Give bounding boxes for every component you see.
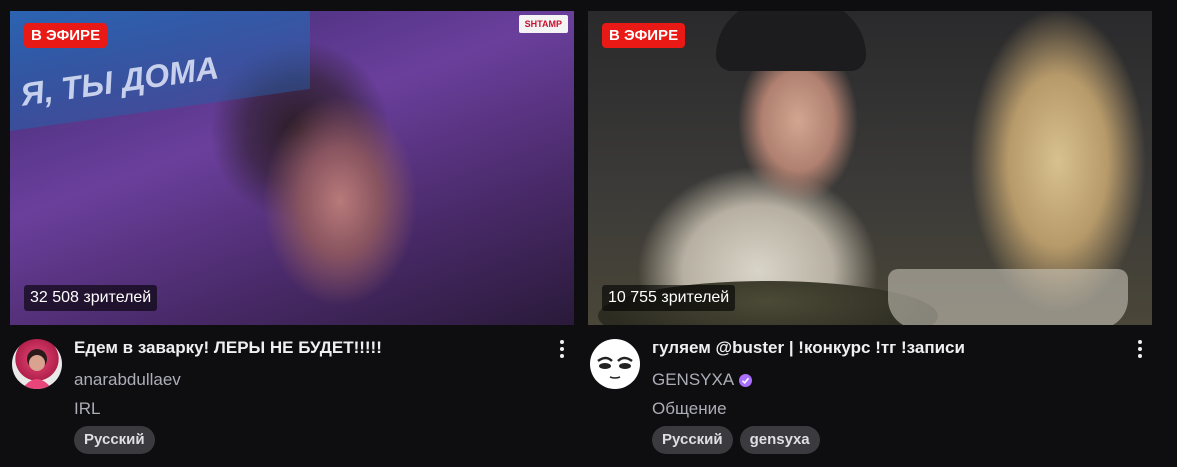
thumbnail-logo: SHTAMP <box>518 15 568 33</box>
more-options-icon[interactable] <box>1128 335 1152 363</box>
stream-meta: Едем в заварку! ЛЕРЫ НЕ БУДЕТ!!!!! anara… <box>10 325 574 455</box>
viewer-count: 32 508 зрителей <box>24 285 158 311</box>
thumbnail-cap <box>716 11 866 71</box>
viewer-count: 10 755 зрителей <box>602 285 736 311</box>
tag[interactable]: Русский <box>74 426 155 454</box>
top-divider <box>0 0 1177 10</box>
stream-card: Я, ТЫ ДОМА SHTAMP В ЭФИРЕ 32 508 зрителе… <box>10 11 574 455</box>
stream-meta: гуляем @buster | !конкурс !тг !записи GE… <box>588 325 1152 455</box>
stream-title[interactable]: Едем в заварку! ЛЕРЫ НЕ БУДЕТ!!!!! <box>74 338 382 358</box>
tag[interactable]: gensyxa <box>739 426 820 454</box>
avatar-image <box>597 356 633 379</box>
more-options-icon[interactable] <box>550 335 574 363</box>
vertical-ellipsis-icon <box>1138 340 1142 358</box>
channel-name-text: anarabdullaev <box>74 370 181 389</box>
category-link[interactable]: IRL <box>74 399 100 419</box>
avatar-image <box>22 349 52 389</box>
avatar[interactable] <box>590 339 640 389</box>
category-link[interactable]: Общение <box>652 399 727 419</box>
avatar[interactable] <box>12 339 62 389</box>
stream-card: В ЭФИРЕ 10 755 зрителей гуляем @buster |… <box>588 11 1152 455</box>
channel-name-text: GENSYXA <box>652 370 735 389</box>
stream-title[interactable]: гуляем @buster | !конкурс !тг !записи <box>652 338 965 358</box>
stream-thumbnail[interactable]: В ЭФИРЕ 10 755 зрителей <box>588 11 1152 325</box>
thumbnail-bowl <box>888 269 1128 325</box>
live-badge: В ЭФИРЕ <box>24 23 108 48</box>
vertical-ellipsis-icon <box>560 340 564 358</box>
tag-list: Русский <box>74 426 155 454</box>
live-badge: В ЭФИРЕ <box>602 23 686 48</box>
channel-name[interactable]: GENSYXA <box>652 370 753 390</box>
tag-list: Русский gensyxa <box>652 426 820 454</box>
tag[interactable]: Русский <box>652 426 733 454</box>
channel-name[interactable]: anarabdullaev <box>74 370 181 390</box>
verified-icon <box>739 373 753 387</box>
stream-thumbnail[interactable]: Я, ТЫ ДОМА SHTAMP В ЭФИРЕ 32 508 зрителе… <box>10 11 574 325</box>
